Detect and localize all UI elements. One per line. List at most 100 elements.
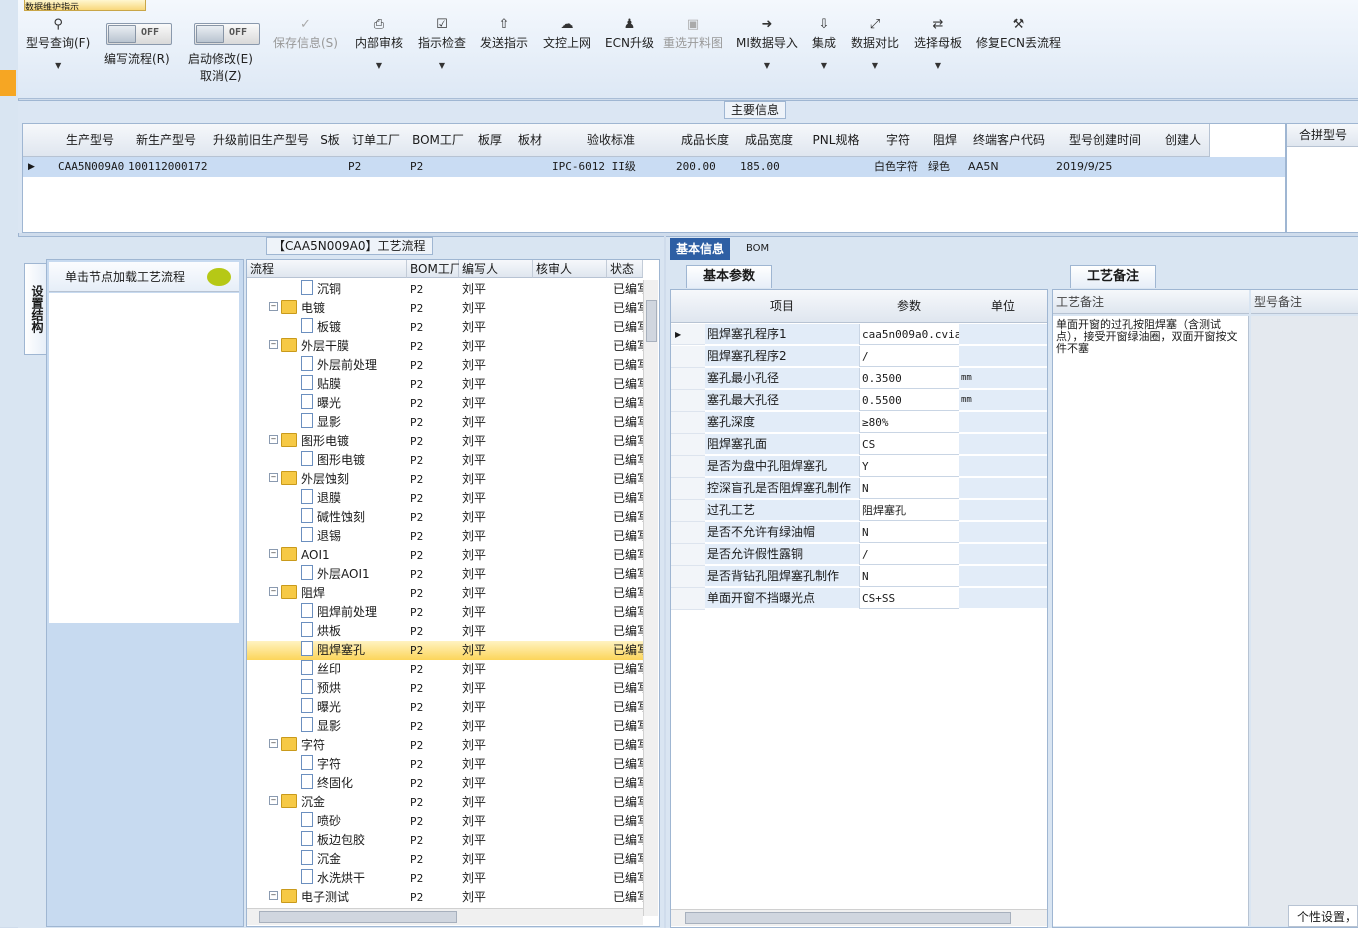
table-cell[interactable]: 10011200017226 [125,157,207,177]
column-header[interactable]: 创建人 [1157,124,1210,157]
process-remark-text[interactable]: 单面开窗的过孔按阻焊塞（含测试点），接受开窗绿油圈，双面开窗按文件不塞 [1053,316,1249,926]
tree-node[interactable]: − 阻焊 P2 刘平 已编写 [247,584,645,603]
table-cell[interactable]: 绿色 [925,157,965,177]
tree-node[interactable]: 显影 P2 刘平 已编写 [247,717,645,736]
table-cell[interactable]: CAA5N009A0 [55,157,125,177]
table-cell[interactable]: P2 [407,157,469,177]
repair-ecn-button[interactable]: ⚒ 修复ECN丢流程 [976,16,1061,51]
param-row[interactable]: ▶ 阻焊塞孔程序1 caa5n009a0.cvia [671,324,1047,346]
tree-node[interactable]: − 沉金 P2 刘平 已编写 [247,793,645,812]
param-value[interactable]: Y [859,456,959,477]
table-cell[interactable]: 白色字符 [871,157,925,177]
column-header[interactable]: 成品宽度 [737,124,802,157]
tree-node[interactable]: 终固化 P2 刘平 已编写 [247,774,645,793]
param-row[interactable]: 是否背钻孔阻焊塞孔制作 N [671,566,1047,588]
tree-node[interactable]: 板镀 P2 刘平 已编写 [247,318,645,337]
column-header[interactable]: PNL规格 [801,124,872,157]
param-value[interactable]: N [859,478,959,499]
param-value[interactable]: 阻焊塞孔 [859,500,959,521]
tree-node[interactable]: 外层AOI1 P2 刘平 已编写 [247,565,645,584]
model-query-button[interactable]: ⚲ 型号查询(F) ▼ [26,16,90,70]
tree-node[interactable]: − 外层蚀刻 P2 刘平 已编写 [247,470,645,489]
tree-node[interactable]: 退锡 P2 刘平 已编写 [247,527,645,546]
scroll-thumb[interactable] [646,300,657,342]
param-row[interactable]: 是否允许假性露铜 / [671,544,1047,566]
column-header[interactable]: 板材 [511,124,550,157]
param-row[interactable]: 控深盲孔是否阻焊塞孔制作 N [671,478,1047,500]
param-row[interactable]: 单面开窗不挡曝光点 CS+SS [671,588,1047,610]
tree-node[interactable]: 丝印 P2 刘平 已编写 [247,660,645,679]
column-header[interactable]: 验收标准 [549,124,674,157]
collapse-icon[interactable]: − [269,340,278,349]
param-row[interactable]: 过孔工艺 阻焊塞孔 [671,500,1047,522]
table-cell[interactable] [1157,157,1209,177]
column-header[interactable]: 终端客户代码 [965,124,1054,157]
column-header[interactable]: 新生产型号 [125,124,208,157]
param-value[interactable]: ≥80% [859,412,959,433]
table-cell[interactable]: IPC-6012 II级 [549,157,673,177]
collapse-icon[interactable]: − [269,549,278,558]
column-header[interactable]: 板厚 [469,124,512,157]
tree-node[interactable]: 图形电镀 P2 刘平 已编写 [247,451,645,470]
tree-node[interactable]: 曝光 P2 刘平 已编写 [247,394,645,413]
collapse-icon[interactable]: − [269,302,278,311]
tree-node[interactable]: 外层前处理 P2 刘平 已编写 [247,356,645,375]
vertical-tab-settings[interactable]: 设置结构 [24,263,47,355]
tree-node[interactable]: 板边包胶 P2 刘平 已编写 [247,831,645,850]
param-row[interactable]: 塞孔最小孔径 0.3500 mm [671,368,1047,390]
tree-node[interactable]: 曝光 P2 刘平 已编写 [247,698,645,717]
save-info-button[interactable]: ✓ 保存信息(S) [273,16,338,51]
tree-node[interactable]: − 图形电镀 P2 刘平 已编写 [247,432,645,451]
tree-node[interactable]: 退膜 P2 刘平 已编写 [247,489,645,508]
tree-horizontal-scrollbar[interactable] [247,908,643,925]
tree-node[interactable]: − 外层干膜 P2 刘平 已编写 [247,337,645,356]
table-cell[interactable]: AA5N [965,157,1053,177]
tab-bom[interactable]: BOM [740,238,775,260]
param-horizontal-scrollbar[interactable] [671,909,1047,926]
chevron-down-icon[interactable]: ▼ [418,61,466,70]
doc-upload-button[interactable]: ☁ 文控上网 [543,16,591,51]
reselect-drawing-button[interactable]: ▣ 重选开料图 [663,16,723,51]
tree-node[interactable]: 字符 P2 刘平 已编写 [247,755,645,774]
column-header[interactable]: 升级前旧生产型号 [207,124,316,157]
tree-node[interactable]: 预烘 P2 刘平 已编写 [247,679,645,698]
table-cell[interactable] [315,157,345,177]
chevron-down-icon[interactable]: ▼ [736,61,798,70]
collapse-icon[interactable]: − [269,587,278,596]
tree-column-header[interactable]: 核审人 [533,260,607,278]
chevron-down-icon[interactable]: ▼ [355,61,403,70]
scroll-thumb[interactable] [259,911,457,923]
tree-node[interactable]: 烘板 P2 刘平 已编写 [247,622,645,641]
tab-basic-info[interactable]: 基本信息 [670,238,731,260]
column-header[interactable]: BOM工厂 [407,124,470,157]
scroll-thumb[interactable] [685,912,1011,924]
tree-column-header[interactable]: 状态 [607,260,643,278]
param-value[interactable]: CS [859,434,959,455]
table-cell[interactable]: 2019/9/25 [1053,157,1157,177]
column-header[interactable]: 阻焊 [925,124,966,157]
select-master-button[interactable]: ⇄ 选择母板 ▼ [914,16,962,70]
param-value[interactable]: N [859,566,959,587]
param-value[interactable]: 0.5500 [859,390,959,411]
tree-node[interactable]: 喷砂 P2 刘平 已编写 [247,812,645,831]
instruction-check-button[interactable]: ☑ 指示检查 ▼ [418,16,466,70]
param-row[interactable]: 阻焊塞孔程序2/ [671,346,1047,368]
model-remark-area[interactable] [1251,316,1358,926]
table-cell[interactable] [469,157,511,177]
param-value[interactable]: N [859,522,959,543]
table-cell[interactable] [207,157,315,177]
collapse-icon[interactable]: − [269,435,278,444]
ecn-upgrade-button[interactable]: ♟ ECN升级 [605,16,654,51]
table-cell[interactable] [801,157,871,177]
tree-node[interactable]: − 字符 P2 刘平 已编写 [247,736,645,755]
tree-node[interactable]: 碱性蚀刻 P2 刘平 已编写 [247,508,645,527]
tree-node[interactable]: − 电镀 P2 刘平 已编写 [247,299,645,318]
param-row[interactable]: 阻焊塞孔面 CS [671,434,1047,456]
tree-node[interactable]: 水洗烘干 P2 刘平 已编写 [247,869,645,888]
tree-node[interactable]: 阻焊前处理 P2 刘平 已编写 [247,603,645,622]
tree-column-header[interactable]: 流程 [247,260,407,278]
send-instruction-button[interactable]: ⇧ 发送指示 [480,16,528,51]
tree-node[interactable]: 阻焊塞孔 P2 刘平 已编写 [247,641,645,660]
personalize-settings[interactable]: 个性设置， [1288,905,1358,927]
column-header[interactable]: 字符 [871,124,926,157]
